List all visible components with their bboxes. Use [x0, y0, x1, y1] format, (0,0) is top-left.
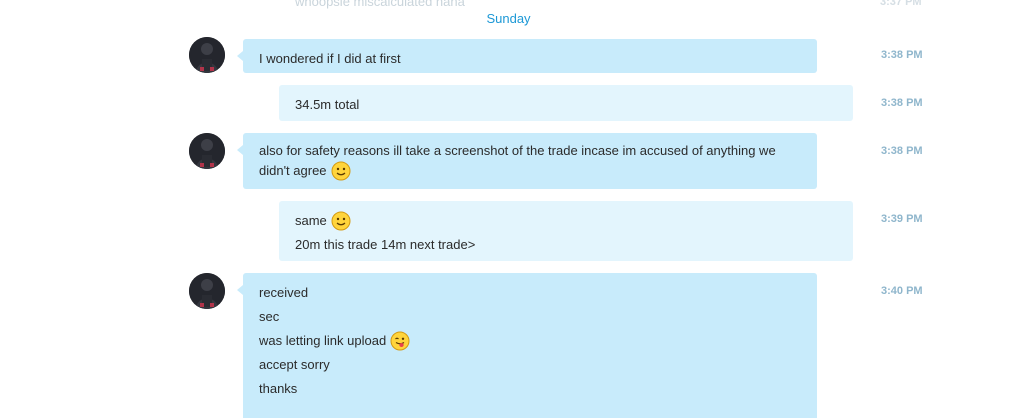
- message-text: also for safety reasons ill take a scree…: [259, 141, 801, 182]
- message-text: received: [259, 285, 309, 300]
- contact-avatar[interactable]: [189, 273, 225, 309]
- message-time: 3:39 PM: [881, 213, 923, 225]
- message-text: 34.5m total: [295, 97, 360, 112]
- message-bubble-incoming[interactable]: I wondered if I did at first: [237, 39, 817, 73]
- message-bubble-outgoing[interactable]: 34.5m total: [279, 85, 853, 121]
- message-text: I wondered if I did at first: [259, 51, 401, 66]
- message-time: 3:38 PM: [881, 145, 923, 157]
- message-text: was letting link upload: [259, 329, 801, 353]
- contact-avatar[interactable]: [189, 133, 225, 169]
- contact-avatar[interactable]: [189, 37, 225, 73]
- message-bubble-incoming[interactable]: received sec was letting link upload acc…: [237, 273, 817, 418]
- message-text: accept sorry: [259, 357, 330, 372]
- message-bubble-incoming[interactable]: also for safety reasons ill take a scree…: [237, 133, 817, 189]
- smile-emoji-icon: [331, 161, 351, 181]
- avatar-icon: [189, 37, 225, 73]
- tongue-wink-emoji-icon: [390, 331, 410, 351]
- message-text: thanks: [259, 381, 298, 396]
- day-separator: Sunday: [486, 11, 531, 26]
- previous-message-time: 3:37 PM: [880, 0, 922, 8]
- smile-emoji-icon: [331, 211, 351, 231]
- chat-history[interactable]: whoopsie miscalculated haha 3:37 PM Sund…: [0, 0, 1017, 418]
- message-text: sec: [259, 309, 280, 324]
- message-time: 3:38 PM: [881, 97, 923, 109]
- message-text: 20m this trade 14m next trade>: [295, 237, 476, 252]
- message-bubble-outgoing[interactable]: same 20m this trade 14m next trade>: [279, 201, 853, 261]
- message-time: 3:38 PM: [881, 49, 923, 61]
- avatar-icon: [189, 133, 225, 169]
- message-time: 3:40 PM: [881, 285, 923, 297]
- previous-message-text: whoopsie miscalculated haha: [295, 0, 465, 9]
- message-text: same: [295, 209, 837, 233]
- avatar-icon: [189, 273, 225, 309]
